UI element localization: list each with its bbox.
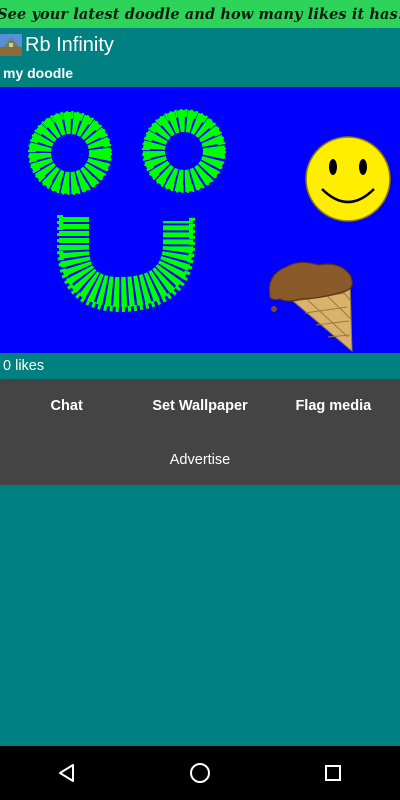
set-wallpaper-button[interactable]: Set Wallpaper [133,379,266,433]
smiley-face-icon [305,136,391,222]
action-row: Chat Set Wallpaper Flag media [0,379,400,433]
app-bar: Rb Infinity [0,28,400,62]
system-nav-bar [0,746,400,800]
chat-button[interactable]: Chat [0,379,133,433]
recents-icon [325,765,342,781]
action-panel: Chat Set Wallpaper Flag media Advertise [0,379,400,485]
ice-cream-cone-icon [268,261,353,353]
advertise-button[interactable]: Advertise [0,435,400,485]
doodle-right-eye [142,109,226,193]
app-logo-icon [0,34,22,56]
home-icon [189,763,210,783]
recents-button[interactable] [313,753,353,793]
doodle-drawing [28,109,391,353]
flag-media-button[interactable]: Flag media [267,379,400,433]
doodle-mouth-stroke [57,215,195,313]
back-button[interactable] [47,753,87,793]
doodle-left-eye [28,111,112,195]
doodle-canvas [0,87,400,353]
likes-count: 0 likes [3,358,45,374]
back-icon [58,764,74,782]
home-button[interactable] [180,753,220,793]
app-title: Rb Infinity [25,33,114,56]
doodle-title: my doodle [3,65,74,81]
promo-banner: See your latest doodle and how many like… [0,0,400,28]
promo-banner-text: See your latest doodle and how many like… [0,5,400,23]
